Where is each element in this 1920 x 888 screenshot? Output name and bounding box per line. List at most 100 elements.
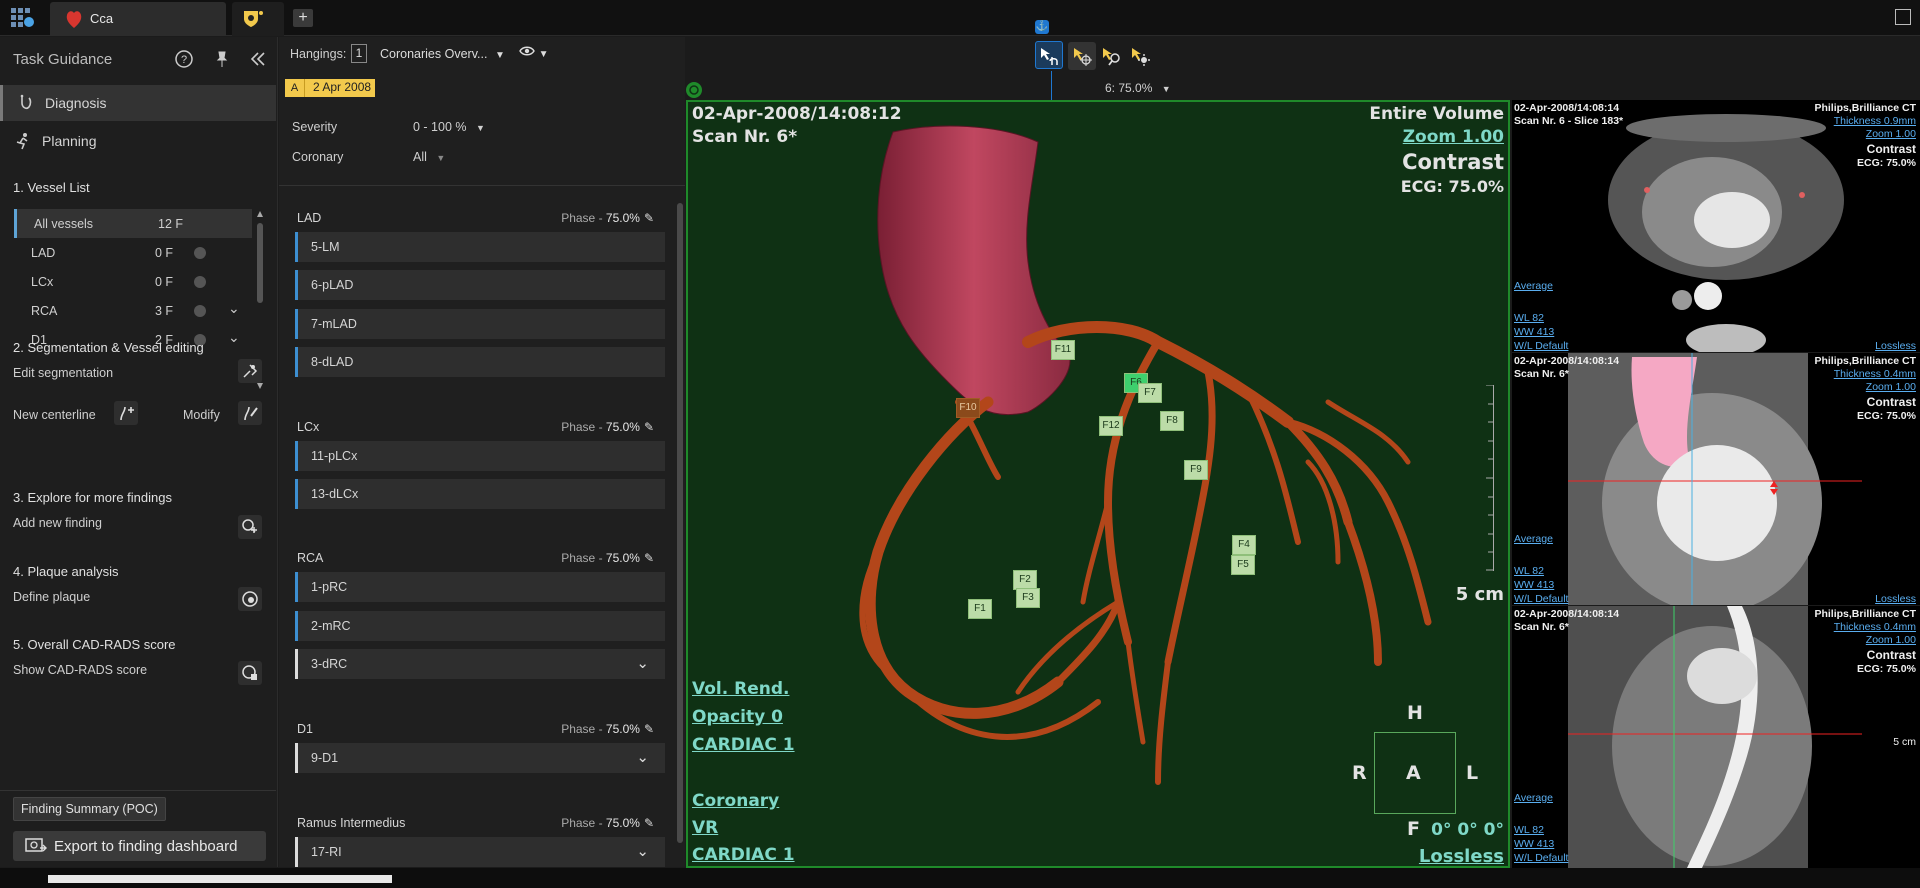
finding-marker[interactable]: F1 [968,599,992,619]
thumb-thickness[interactable]: Thickness 0.9mm [1834,115,1916,127]
thumb-lossless[interactable]: Lossless [1875,593,1916,605]
thumb-wl[interactable]: WL 82 [1514,824,1544,836]
thumb-average[interactable]: Average [1514,280,1553,292]
shield-icon [242,9,264,34]
thumb-wl[interactable]: WL 82 [1514,565,1544,577]
help-icon[interactable]: ? [174,49,194,69]
finding-marker[interactable]: F5 [1231,555,1255,575]
finding-marker[interactable]: F7 [1138,383,1162,403]
new-tab-button[interactable]: + [293,9,313,27]
vr-link[interactable]: VR [692,818,718,838]
thumb-ww[interactable]: WW 413 [1514,579,1554,591]
thumb-wl-default[interactable]: W/L Default [1514,593,1568,605]
finding-marker[interactable]: F4 [1232,535,1256,555]
thumb-zoom[interactable]: Zoom 1.00 [1866,128,1916,140]
export-dashboard-button[interactable]: Export to finding dashboard [13,831,266,861]
segment-row[interactable]: 7-mLAD [295,309,665,339]
thumb-average[interactable]: Average [1514,792,1553,804]
zoom-tool-icon[interactable] [1097,42,1125,70]
cad-rads-button[interactable] [238,661,262,685]
segment-row[interactable]: 3-dRC ⌄ [295,649,665,679]
vessel-row-lad[interactable]: LAD 0 F [14,238,252,267]
sagittal-view[interactable]: 02-Apr-2008/14:08:14 Scan Nr. 6* Philips… [1512,606,1920,868]
segment-list-scrollbar[interactable] [677,187,684,867]
tab-shield[interactable] [232,2,284,36]
segment-row[interactable]: 1-pRC [295,572,665,602]
segment-row[interactable]: 2-mRC [295,611,665,641]
chevron-down-icon[interactable]: ⌄ [636,654,649,672]
maximize-icon[interactable] [1895,9,1911,25]
edit-segmentation-button[interactable] [238,359,262,383]
collapse-panel-icon[interactable] [248,49,268,69]
thumb-wl-default[interactable]: W/L Default [1514,852,1568,864]
chevron-down-icon[interactable]: ⌄ [228,329,240,346]
finding-marker[interactable]: F12 [1099,416,1123,436]
visibility-select[interactable]: ▼ [519,45,549,60]
segment-row[interactable]: 17-RI ⌄ [295,837,665,867]
preset2-link[interactable]: CARDIAC 1 [692,845,795,865]
thumb-zoom[interactable]: Zoom 1.00 [1866,634,1916,646]
modify-centerline-button[interactable] [238,401,262,425]
thumb-thickness[interactable]: Thickness 0.4mm [1834,368,1916,380]
thumb-lossless[interactable]: Lossless [1875,340,1916,352]
segment-row[interactable]: 8-dLAD [295,347,665,377]
severity-select[interactable]: 0 - 100 % ▼ [413,120,485,134]
hangings-count[interactable]: 1 [351,44,367,63]
thumb-thickness[interactable]: Thickness 0.4mm [1834,621,1916,633]
add-finding-button[interactable] [238,515,262,539]
vp-zoom-link[interactable]: Zoom 1.00 [1403,127,1504,147]
segment-row[interactable]: 9-D1 ⌄ [295,743,665,773]
thumb-wl[interactable]: WL 82 [1514,312,1544,324]
pan-tool-icon[interactable] [1035,41,1063,69]
finding-marker[interactable]: F2 [1013,570,1037,590]
vessel-row-all[interactable]: All vessels 12 F [14,209,252,238]
finding-marker[interactable]: F9 [1184,460,1208,480]
nav-planning[interactable]: Planning [0,123,276,159]
hanging-select[interactable]: Coronaries Overv... ▼ [380,47,505,61]
finding-marker[interactable]: F10 [956,398,980,418]
segment-row[interactable]: 6-pLAD [295,270,665,300]
segment-row[interactable]: 5-LM [295,232,665,262]
vessel-row-rca[interactable]: RCA 3 F ⌄ [14,296,252,325]
define-plaque-button[interactable] [238,587,262,611]
render-mode-link[interactable]: Vol. Rend. [692,679,789,699]
pencil-icon[interactable]: ✎ [644,211,654,225]
axial-view[interactable]: 02-Apr-2008/14:08:14 Scan Nr. 6 - Slice … [1512,100,1920,352]
crosshair-tool-icon[interactable] [1068,42,1096,70]
pencil-icon[interactable]: ✎ [644,816,654,830]
chevron-down-icon[interactable]: ⌄ [636,842,649,860]
new-centerline-button[interactable] [114,401,138,425]
pencil-icon[interactable]: ✎ [644,722,654,736]
tab-cca[interactable]: Cca [50,2,226,36]
coronary-link[interactable]: Coronary [692,791,779,811]
pin-icon[interactable] [212,49,232,69]
finding-marker[interactable]: F8 [1160,411,1184,431]
finding-marker[interactable]: F11 [1051,340,1075,360]
phase-select[interactable]: 6: 75.0% ▼ [1105,81,1171,95]
finding-marker[interactable]: F3 [1016,588,1040,608]
vessel-row-lcx[interactable]: LCx 0 F [14,267,252,296]
segment-row[interactable]: 11-pLCx [295,441,665,471]
main-3d-viewport[interactable]: 02-Apr-2008/14:08:12 Scan Nr. 6* Entire … [686,100,1510,868]
finding-summary-button[interactable]: Finding Summary (POC) [13,797,166,821]
chevron-down-icon[interactable]: ⌄ [636,748,649,766]
nav-planning-label: Planning [42,133,97,149]
anchor-icon[interactable]: ⚓ [1035,20,1049,34]
thumb-ww[interactable]: WW 413 [1514,326,1554,338]
opacity-link[interactable]: Opacity 0 [692,707,783,727]
preset-link[interactable]: CARDIAC 1 [692,735,795,755]
thumb-ww[interactable]: WW 413 [1514,838,1554,850]
pencil-icon[interactable]: ✎ [644,551,654,565]
nav-diagnosis[interactable]: Diagnosis [0,85,276,121]
window-level-tool-icon[interactable] [1126,42,1154,70]
thumb-average[interactable]: Average [1514,533,1553,545]
coronal-view[interactable]: 02-Apr-2008/14:08:14 Scan Nr. 6* Philips… [1512,353,1920,605]
chevron-down-icon[interactable]: ⌄ [228,300,240,317]
thumb-wl-default[interactable]: W/L Default [1514,340,1568,352]
compression-label[interactable]: Lossless [1419,846,1504,866]
segment-row[interactable]: 13-dLCx [295,479,665,509]
app-launcher-icon[interactable] [10,7,36,29]
pencil-icon[interactable]: ✎ [644,420,654,434]
thumb-zoom[interactable]: Zoom 1.00 [1866,381,1916,393]
coronary-select[interactable]: All ▼ [413,150,445,164]
